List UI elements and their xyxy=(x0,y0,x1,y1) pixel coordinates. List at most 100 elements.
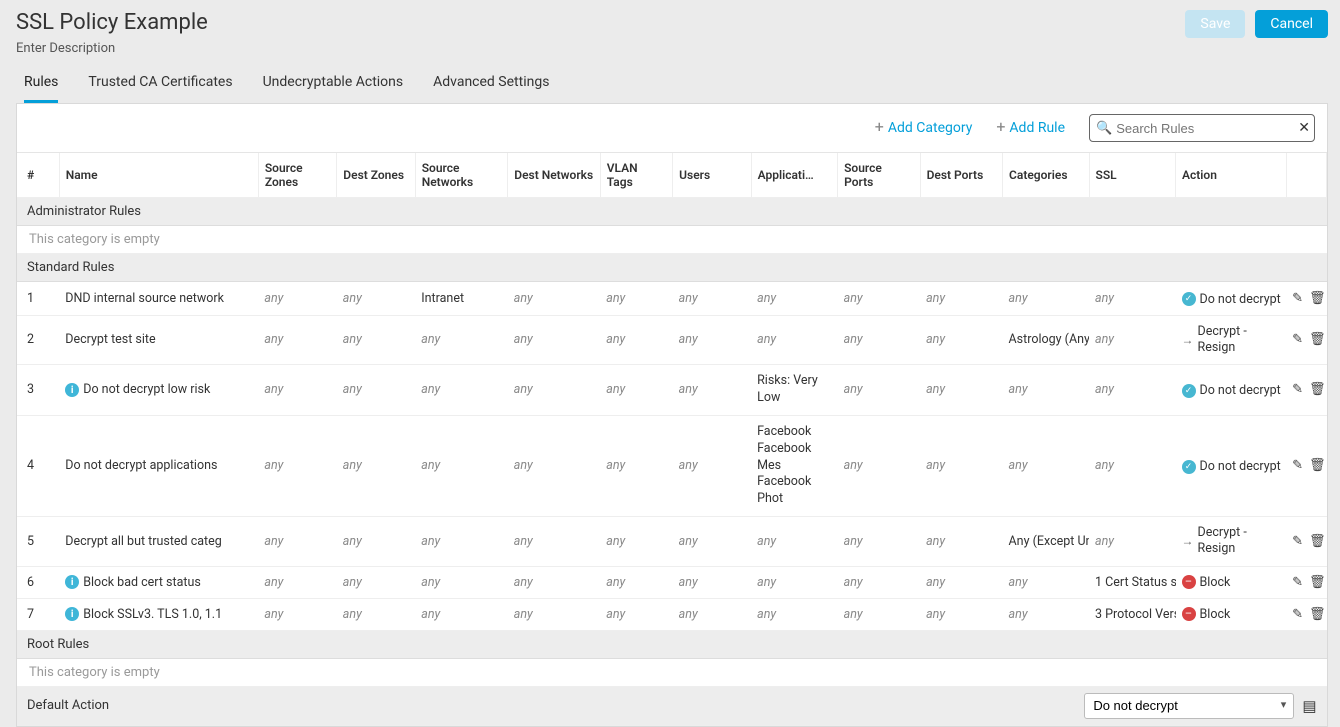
add-category-label: Add Category xyxy=(888,120,972,136)
edit-icon[interactable]: ✎ xyxy=(1292,332,1303,347)
block-icon xyxy=(1182,575,1196,589)
row-name: iBlock SSLv3. TLS 1.0, 1.1 xyxy=(59,598,258,630)
table-cell: any xyxy=(673,315,751,365)
col-dest-networks[interactable]: Dest Networks xyxy=(508,153,601,198)
add-rule-label: Add Rule xyxy=(1009,120,1065,136)
edit-icon[interactable]: ✎ xyxy=(1292,534,1303,549)
row-name: iBlock bad cert status xyxy=(59,566,258,598)
add-category-button[interactable]: + Add Category xyxy=(875,120,973,136)
delete-icon[interactable]: 🗑 xyxy=(1309,382,1326,397)
action-text: Decrypt - Resign xyxy=(1198,324,1278,357)
block-icon xyxy=(1182,607,1196,621)
col-action[interactable]: Action xyxy=(1176,153,1287,198)
row-name: Decrypt all but trusted categ xyxy=(59,517,258,567)
clear-search-icon[interactable]: ✕ xyxy=(1296,120,1312,136)
default-action-select[interactable]: Do not decrypt xyxy=(1084,693,1294,719)
info-icon[interactable]: i xyxy=(65,383,79,397)
table-row[interactable]: 2Decrypt test siteanyanyanyanyanyanyanya… xyxy=(17,315,1327,365)
col-users[interactable]: Users xyxy=(673,153,751,198)
col-source-zones[interactable]: Source Zones xyxy=(258,153,336,198)
description-input[interactable]: Enter Description xyxy=(16,41,115,56)
edit-icon[interactable]: ✎ xyxy=(1292,458,1303,473)
table-cell: any xyxy=(1003,415,1089,516)
col-row-actions xyxy=(1286,153,1326,198)
do-not-decrypt-icon xyxy=(1182,384,1196,398)
action-cell: Block xyxy=(1176,566,1287,598)
table-cell: any xyxy=(1089,365,1175,416)
col-source-ports[interactable]: Source Ports xyxy=(838,153,920,198)
info-icon[interactable]: i xyxy=(65,575,79,589)
tab-rules[interactable]: Rules xyxy=(24,66,58,103)
edit-icon[interactable]: ✎ xyxy=(1292,382,1303,397)
cancel-button[interactable]: Cancel xyxy=(1255,10,1328,38)
search-rules-box[interactable]: 🔍 ✕ xyxy=(1089,114,1315,142)
delete-icon[interactable]: 🗑 xyxy=(1309,458,1326,473)
col-source-networks[interactable]: Source Networks xyxy=(415,153,508,198)
col-vlan[interactable]: VLAN Tags xyxy=(600,153,672,198)
table-cell: any xyxy=(337,566,415,598)
col-name[interactable]: Name xyxy=(59,153,258,198)
table-row[interactable]: 7iBlock SSLv3. TLS 1.0, 1.1anyanyanyanya… xyxy=(17,598,1327,630)
default-action-row: Default ActionDo not decrypt▤ xyxy=(17,686,1327,725)
delete-icon[interactable]: 🗑 xyxy=(1309,534,1326,549)
table-cell: any xyxy=(415,517,508,567)
row-index: 2 xyxy=(17,315,59,365)
action-text: Do not decrypt xyxy=(1200,292,1281,307)
table-row[interactable]: 5Decrypt all but trusted categanyanyanya… xyxy=(17,517,1327,567)
delete-icon[interactable]: 🗑 xyxy=(1309,291,1326,306)
table-cell: any xyxy=(1089,315,1175,365)
table-cell: any xyxy=(600,315,672,365)
row-name: DND internal source network xyxy=(59,282,258,316)
info-icon[interactable]: i xyxy=(65,607,79,621)
col-dest-ports[interactable]: Dest Ports xyxy=(920,153,1002,198)
table-cell: any xyxy=(508,415,601,516)
table-cell: any xyxy=(1089,282,1175,316)
table-row[interactable]: 1DND internal source networkanyanyIntran… xyxy=(17,282,1327,316)
table-cell: any xyxy=(337,365,415,416)
page-title: SSL Policy Example xyxy=(16,10,208,35)
delete-icon[interactable]: 🗑 xyxy=(1309,332,1326,347)
edit-icon[interactable]: ✎ xyxy=(1292,575,1303,590)
table-cell: any xyxy=(838,598,920,630)
tab-trusted-ca[interactable]: Trusted CA Certificates xyxy=(88,66,232,103)
edit-icon[interactable]: ✎ xyxy=(1292,291,1303,306)
tab-undecryptable[interactable]: Undecryptable Actions xyxy=(263,66,404,103)
table-row[interactable]: 3iDo not decrypt low riskanyanyanyanyany… xyxy=(17,365,1327,416)
col-index[interactable]: # xyxy=(17,153,59,198)
tab-advanced[interactable]: Advanced Settings xyxy=(433,66,549,103)
edit-icon[interactable]: ✎ xyxy=(1292,607,1303,622)
table-cell: any xyxy=(1089,517,1175,567)
table-cell: any xyxy=(258,598,336,630)
category-row[interactable]: Administrator Rules xyxy=(17,198,1327,226)
table-row[interactable]: 6iBlock bad cert statusanyanyanyanyanyan… xyxy=(17,566,1327,598)
action-text: Do not decrypt xyxy=(1200,383,1281,398)
add-rule-button[interactable]: + Add Rule xyxy=(996,120,1065,136)
search-input[interactable] xyxy=(1112,121,1296,136)
save-button[interactable]: Save xyxy=(1185,10,1245,38)
table-cell: any xyxy=(1003,598,1089,630)
delete-icon[interactable]: 🗑 xyxy=(1309,575,1326,590)
col-applications[interactable]: Applicati… xyxy=(751,153,837,198)
table-cell: any xyxy=(751,282,837,316)
table-cell: Intranet xyxy=(415,282,508,316)
log-icon[interactable]: ▤ xyxy=(1302,697,1316,715)
action-text: Block xyxy=(1200,575,1231,590)
col-categories[interactable]: Categories xyxy=(1003,153,1089,198)
default-action-controls: Do not decrypt ▤ xyxy=(751,686,1326,725)
table-cell: any xyxy=(600,282,672,316)
table-cell: any xyxy=(508,517,601,567)
table-cell: Astrology (Any xyxy=(1003,315,1089,365)
col-dest-zones[interactable]: Dest Zones xyxy=(337,153,415,198)
table-cell: any xyxy=(337,517,415,567)
table-cell: any xyxy=(415,365,508,416)
table-cell: any xyxy=(673,365,751,416)
table-cell: any xyxy=(508,598,601,630)
delete-icon[interactable]: 🗑 xyxy=(1309,607,1326,622)
row-index: 7 xyxy=(17,598,59,630)
table-cell: any xyxy=(1003,365,1089,416)
table-cell: any xyxy=(751,315,837,365)
table-row[interactable]: 4Do not decrypt applicationsanyanyanyany… xyxy=(17,415,1327,516)
category-row[interactable]: Standard Rules xyxy=(17,254,1327,282)
col-ssl[interactable]: SSL xyxy=(1089,153,1175,198)
category-row[interactable]: Root Rules xyxy=(17,630,1327,658)
